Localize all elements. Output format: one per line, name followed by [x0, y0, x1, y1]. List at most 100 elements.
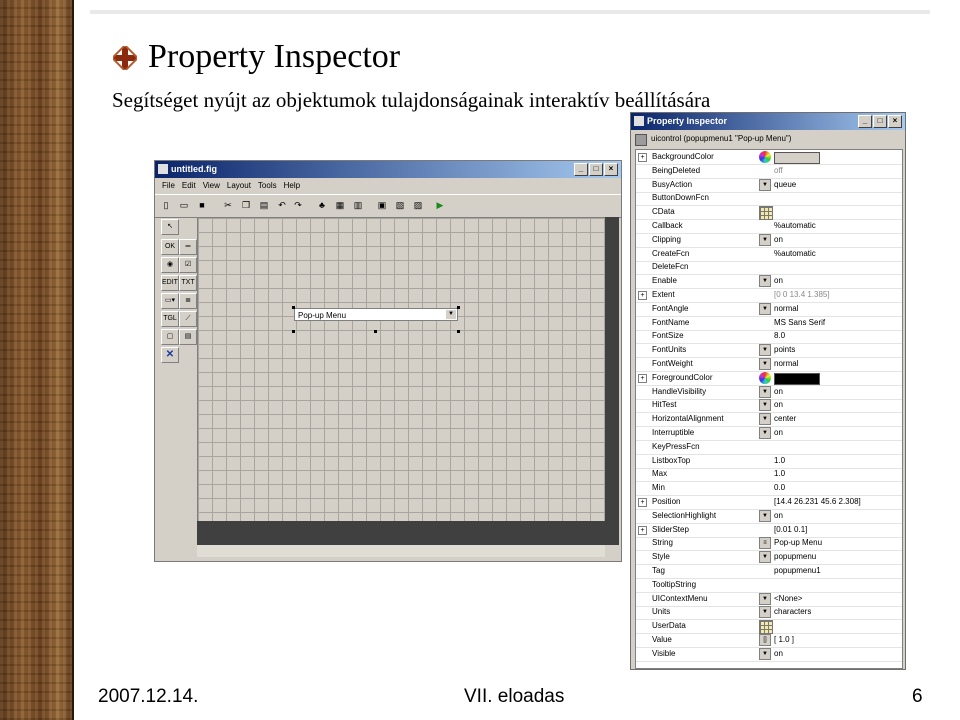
expand-icon[interactable]: +: [638, 525, 647, 535]
property-value[interactable]: normal: [774, 357, 900, 371]
property-row[interactable]: BusyAction ▼ queue: [636, 178, 902, 193]
property-value[interactable]: [14.4 26.231 45.6 2.308]: [774, 495, 900, 509]
property-value[interactable]: on: [774, 398, 900, 412]
property-value[interactable]: characters: [774, 605, 900, 619]
property-row[interactable]: Style ▼ popupmenu: [636, 550, 902, 566]
copy-icon[interactable]: ❐: [241, 200, 251, 210]
property-row[interactable]: Min 0.0: [636, 481, 902, 497]
property-row[interactable]: + Position [14.4 26.231 45.6 2.308]: [636, 495, 902, 510]
cut-icon[interactable]: ✂: [223, 200, 233, 210]
selection-handle[interactable]: [292, 306, 295, 309]
property-row[interactable]: Visible ▼ on: [636, 647, 902, 662]
color-swatch[interactable]: [774, 152, 820, 164]
activex-tool-icon[interactable]: ✕: [161, 347, 179, 363]
property-row[interactable]: SelectionHighlight ▼ on: [636, 509, 902, 524]
minimize-button[interactable]: _: [574, 163, 588, 176]
dropdown-icon[interactable]: ▼: [759, 509, 771, 522]
property-row[interactable]: CreateFcn %automatic: [636, 247, 902, 262]
selection-handle[interactable]: [374, 330, 377, 333]
dropdown-icon[interactable]: ▼: [759, 427, 771, 439]
save-icon[interactable]: ■: [197, 200, 207, 210]
property-value[interactable]: center: [774, 412, 900, 426]
menu-layout[interactable]: Layout: [227, 178, 251, 194]
menu-view[interactable]: View: [203, 178, 220, 194]
buttongroup-tool-icon[interactable]: ▤: [179, 329, 197, 345]
property-row[interactable]: Units ▼ characters: [636, 605, 902, 621]
horizontal-scrollbar[interactable]: [197, 545, 605, 557]
property-value[interactable]: on: [774, 426, 900, 440]
property-row[interactable]: + SliderStep [0.01 0.1]: [636, 523, 902, 538]
property-value[interactable]: 1.0: [774, 467, 900, 481]
property-row[interactable]: + BackgroundColor: [636, 150, 902, 165]
property-value[interactable]: Pop-up Menu: [774, 536, 900, 550]
new-icon[interactable]: ▯: [161, 200, 171, 210]
property-row[interactable]: Clipping ▼ on: [636, 233, 902, 248]
guide-titlebar[interactable]: untitled.fig _ □ ×: [155, 161, 621, 178]
dropdown-icon[interactable]: ▼: [759, 606, 771, 619]
property-row[interactable]: ListboxTop 1.0: [636, 454, 902, 469]
maximize-button[interactable]: □: [589, 163, 603, 176]
property-row[interactable]: CData: [636, 205, 902, 221]
property-row[interactable]: FontSize 8.0: [636, 329, 902, 345]
checkbox-tool-icon[interactable]: ☑: [179, 257, 197, 273]
property-row[interactable]: Interruptible ▼ on: [636, 426, 902, 441]
color-picker-icon[interactable]: [759, 151, 771, 163]
dropdown-icon[interactable]: ▼: [759, 551, 771, 564]
expand-icon[interactable]: +: [638, 373, 647, 383]
property-row[interactable]: FontAngle ▼ normal: [636, 302, 902, 317]
undo-icon[interactable]: ↶: [277, 200, 287, 210]
maximize-button[interactable]: □: [873, 115, 887, 128]
property-value[interactable]: on: [774, 274, 900, 288]
property-row[interactable]: UIContextMenu ▼ <None>: [636, 592, 902, 607]
expand-icon[interactable]: +: [638, 291, 647, 300]
expand-icon[interactable]: +: [638, 498, 647, 507]
menu-edit[interactable]: Edit: [182, 178, 196, 194]
property-value[interactable]: on: [774, 509, 900, 523]
close-button[interactable]: ×: [604, 163, 618, 176]
property-value[interactable]: [ 1.0 ]: [774, 633, 900, 647]
property-row[interactable]: FontName MS Sans Serif: [636, 316, 902, 331]
property-row[interactable]: + ForegroundColor: [636, 371, 902, 386]
listbox-tool-icon[interactable]: ≣: [179, 293, 197, 309]
minimize-button[interactable]: _: [858, 115, 872, 128]
property-row[interactable]: KeyPressFcn: [636, 440, 902, 455]
close-button[interactable]: ×: [888, 115, 902, 128]
selection-handle[interactable]: [457, 306, 460, 309]
property-row[interactable]: HandleVisibility ▼ on: [636, 385, 902, 400]
dropdown-icon[interactable]: ▼: [759, 592, 771, 605]
property-value[interactable]: [0.01 0.1]: [774, 523, 900, 537]
menu-help[interactable]: Help: [284, 178, 300, 194]
property-value[interactable]: %automatic: [774, 219, 900, 233]
property-row[interactable]: Enable ▼ on: [636, 274, 902, 290]
color-picker-icon[interactable]: [759, 371, 771, 384]
popupmenu-tool-icon[interactable]: ▭▾: [161, 293, 179, 309]
layout-canvas[interactable]: Pop-up Menu ▼: [197, 217, 607, 523]
property-value[interactable]: on: [774, 647, 900, 661]
property-value[interactable]: points: [774, 343, 900, 357]
property-value[interactable]: 0.0: [774, 481, 900, 495]
inspector-titlebar[interactable]: Property Inspector _ □ ×: [631, 113, 905, 130]
selection-handle[interactable]: [457, 330, 460, 333]
dropdown-icon[interactable]: ▼: [759, 344, 771, 357]
panel-tool-icon[interactable]: ▢: [161, 329, 179, 345]
property-value[interactable]: 1.0: [774, 454, 900, 468]
tab-order-icon[interactable]: ▥: [353, 200, 363, 210]
pushbutton-tool-icon[interactable]: OK: [161, 239, 179, 255]
property-row[interactable]: TooltipString: [636, 578, 902, 593]
property-value[interactable]: on: [774, 385, 900, 399]
property-row[interactable]: Max 1.0: [636, 467, 902, 483]
align-icon[interactable]: ♣: [317, 200, 327, 210]
expand-icon[interactable]: +: [638, 153, 647, 162]
property-row[interactable]: HorizontalAlignment ▼ center: [636, 412, 902, 428]
property-row[interactable]: String ≡ Pop-up Menu: [636, 536, 902, 552]
paste-icon[interactable]: ▤: [259, 200, 269, 210]
matrix-editor-icon[interactable]: []: [759, 634, 771, 646]
dropdown-icon[interactable]: ▼: [759, 385, 771, 398]
property-row[interactable]: FontWeight ▼ normal: [636, 357, 902, 372]
property-row[interactable]: HitTest ▼ on: [636, 398, 902, 414]
property-row[interactable]: BeingDeleted off: [636, 164, 902, 179]
property-value[interactable]: MS Sans Serif: [774, 316, 900, 330]
property-value[interactable]: 8.0: [774, 329, 900, 343]
property-row[interactable]: Value [][ 1.0 ]: [636, 633, 902, 648]
radiobutton-tool-icon[interactable]: ◉: [161, 257, 179, 273]
